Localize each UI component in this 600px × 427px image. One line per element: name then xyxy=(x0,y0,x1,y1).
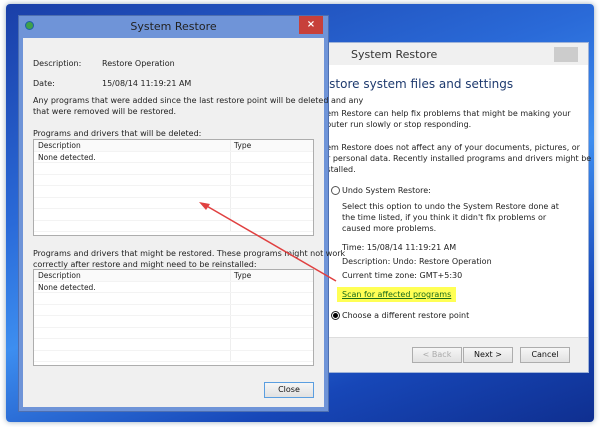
arrow-line xyxy=(204,204,337,282)
arrow-head-icon xyxy=(199,202,210,210)
annotation-arrow xyxy=(199,202,337,282)
